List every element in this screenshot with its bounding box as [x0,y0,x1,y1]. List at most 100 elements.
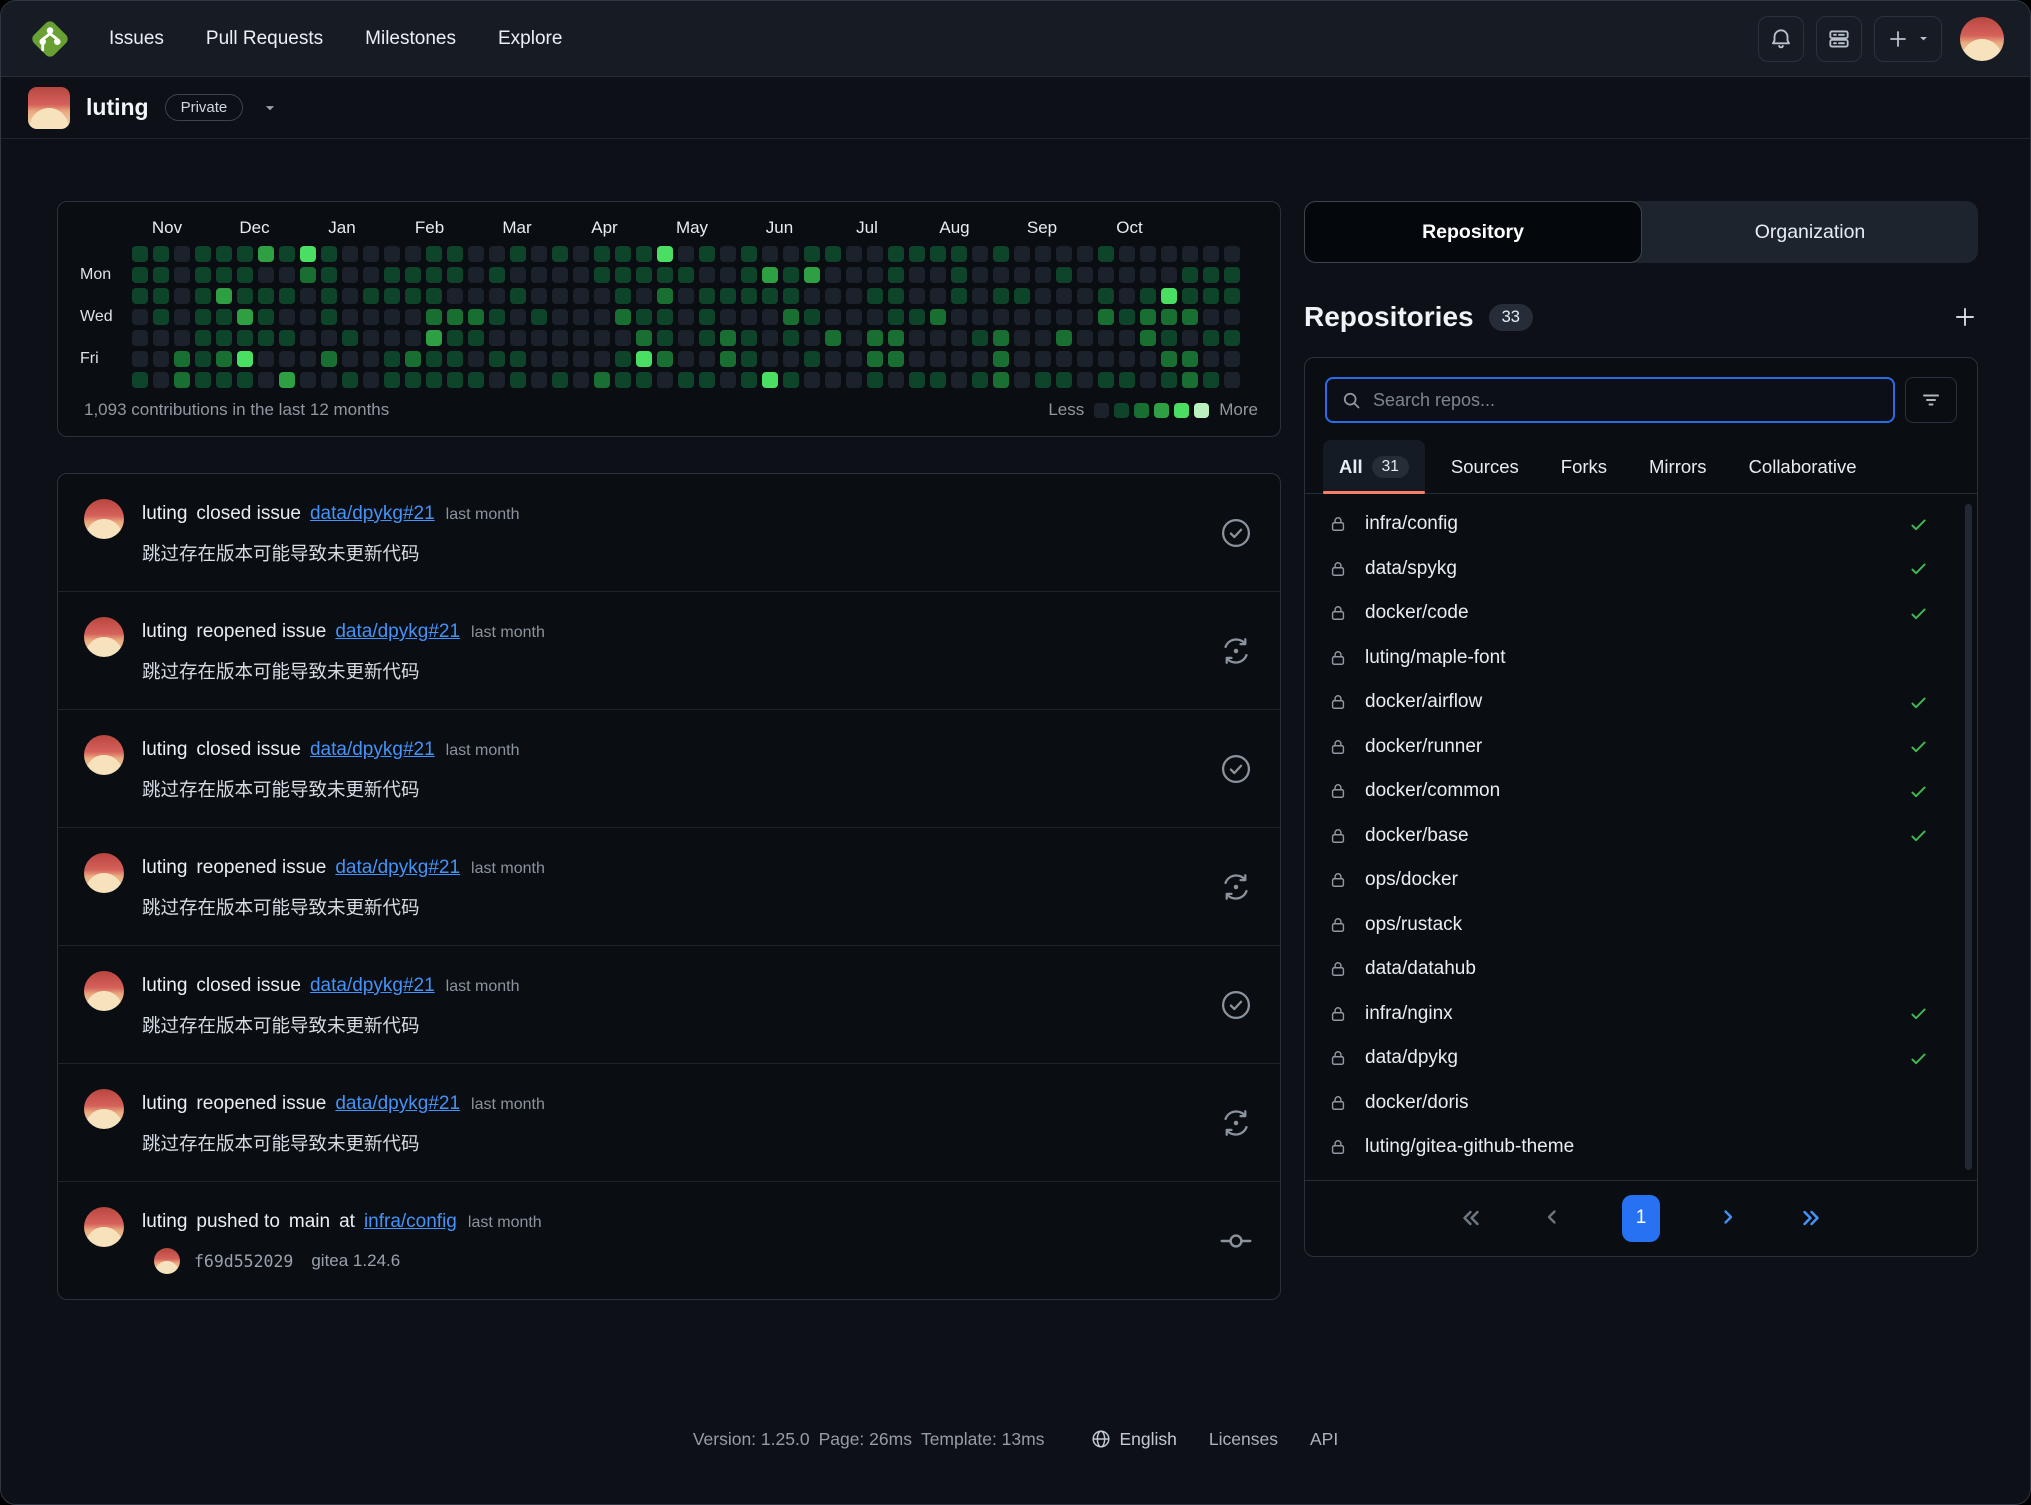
language-selector[interactable]: English [1090,1428,1176,1450]
add-repository-button[interactable] [1952,304,1978,330]
repo-row[interactable]: luting/maple-font [1305,636,1977,681]
feed-repo-link[interactable]: data/dpykg#21 [335,857,460,879]
repo-row[interactable]: infra/nginx [1305,992,1977,1037]
repo-name-link[interactable]: ops/docker [1365,869,1458,891]
heatmap-cell [825,246,841,262]
profile-avatar[interactable] [28,87,70,129]
feed-repo-link[interactable]: infra/config [364,1211,457,1233]
heatmap-cell [888,246,904,262]
nav-link-milestones[interactable]: Milestones [365,28,456,50]
feed-repo-link[interactable]: data/dpykg#21 [310,975,435,997]
feed-actor-avatar[interactable] [84,499,124,539]
heatmap-cell [573,330,589,346]
repo-name-link[interactable]: infra/nginx [1365,1003,1453,1025]
feed-actor-link[interactable]: luting [142,503,187,525]
repo-row[interactable]: infra/config [1305,502,1977,547]
repo-name-link[interactable]: luting/gitea-github-theme [1365,1136,1574,1158]
repo-name-link[interactable]: luting/maple-font [1365,647,1505,669]
heatmap-cell [783,288,799,304]
feed-repo-link[interactable]: data/dpykg#21 [310,739,435,761]
repo-row[interactable]: luting/gitea-github-theme [1305,1125,1977,1170]
profile-username[interactable]: luting [86,94,149,121]
feed-actor-link[interactable]: luting [142,1211,187,1233]
repo-name-link[interactable]: docker/base [1365,825,1469,847]
repo-row[interactable]: docker/common [1305,769,1977,814]
feed-actor-link[interactable]: luting [142,621,187,643]
heatmap-cell [1161,246,1177,262]
commit-hash-link[interactable]: f69d552029 [194,1252,293,1271]
feed-repo-link[interactable]: data/dpykg#21 [310,503,435,525]
repo-row[interactable]: ops/docker [1305,858,1977,903]
repo-name-link[interactable]: docker/airflow [1365,691,1482,713]
notifications-button[interactable] [1758,16,1804,62]
feed-actor-avatar[interactable] [84,617,124,657]
heatmap-cell [678,372,694,388]
feed-repo-link[interactable]: data/dpykg#21 [335,621,460,643]
repo-name-link[interactable]: docker/code [1365,602,1469,624]
api-link[interactable]: API [1310,1429,1338,1450]
repo-name-link[interactable]: infra/config [1365,513,1458,535]
heatmap-cell [1140,267,1156,283]
user-avatar[interactable] [1960,17,2004,61]
create-new-button[interactable] [1874,16,1942,62]
repo-row[interactable]: data/datahub [1305,947,1977,992]
repo-name-link[interactable]: data/spykg [1365,558,1457,580]
profile-menu-caret-icon[interactable] [261,99,279,117]
nav-link-explore[interactable]: Explore [498,28,562,50]
heatmap-cell [510,288,526,304]
issue-reopened-icon [1218,869,1254,905]
repo-filter-tab-collaborative[interactable]: Collaborative [1733,440,1873,493]
repo-row[interactable]: docker/base [1305,814,1977,859]
nav-link-pull-requests[interactable]: Pull Requests [206,28,323,50]
feed-branch-name[interactable]: main [289,1211,330,1233]
repo-name-link[interactable]: docker/runner [1365,736,1482,758]
feed-actor-link[interactable]: luting [142,1093,187,1115]
tab-repository[interactable]: Repository [1304,201,1642,263]
server-status-button[interactable] [1816,16,1862,62]
repo-row[interactable]: docker/doris [1305,1081,1977,1126]
repo-name-link[interactable]: docker/doris [1365,1092,1469,1114]
repo-row[interactable]: data/spykg [1305,547,1977,592]
feed-actor-link[interactable]: luting [142,739,187,761]
feed-actor-avatar[interactable] [84,971,124,1011]
repo-name-link[interactable]: data/dpykg [1365,1047,1458,1069]
pagination-next-icon[interactable] [1716,1205,1742,1231]
feed-actor-avatar[interactable] [84,1089,124,1129]
repo-name-link[interactable]: ops/rustack [1365,914,1462,936]
repo-row[interactable]: docker/runner [1305,725,1977,770]
repo-filter-tab-sources[interactable]: Sources [1435,440,1535,493]
pagination-last-icon[interactable] [1798,1205,1824,1231]
nav-link-issues[interactable]: Issues [109,28,164,50]
heatmap-cell [1119,246,1135,262]
feed-actor-avatar[interactable] [84,1207,124,1247]
tab-organization[interactable]: Organization [1642,201,1978,263]
repo-row[interactable]: data/dpykg [1305,1036,1977,1081]
feed-actor-avatar[interactable] [84,735,124,775]
repo-name-link[interactable]: docker/common [1365,780,1500,802]
plus-icon [1886,27,1910,51]
feed-actor-link[interactable]: luting [142,857,187,879]
repo-filter-tab-mirrors[interactable]: Mirrors [1633,440,1723,493]
heatmap-cell [384,351,400,367]
repo-filter-tab-all[interactable]: All31 [1323,440,1425,493]
repo-filter-button[interactable] [1905,377,1957,423]
repo-filter-tab-forks[interactable]: Forks [1545,440,1623,493]
pagination-page-1[interactable]: 1 [1622,1195,1660,1242]
lock-icon [1328,870,1348,890]
heatmap-cell [636,267,652,283]
repo-row[interactable]: docker/code [1305,591,1977,636]
repo-search-input[interactable] [1373,390,1879,411]
heatmap-cell [573,267,589,283]
repo-list-scrollbar[interactable] [1965,504,1972,1170]
filter-tab-label: Sources [1451,456,1519,478]
feed-repo-link[interactable]: data/dpykg#21 [335,1093,460,1115]
repo-name-link[interactable]: data/datahub [1365,958,1476,980]
licenses-link[interactable]: Licenses [1209,1429,1278,1450]
feed-actor-link[interactable]: luting [142,975,187,997]
heatmap-cell [279,246,295,262]
repo-row[interactable]: docker/airflow [1305,680,1977,725]
repo-row[interactable]: ops/rustack [1305,903,1977,948]
heatmap-cell [762,267,778,283]
gitea-logo-icon[interactable] [27,16,73,62]
feed-actor-avatar[interactable] [84,853,124,893]
